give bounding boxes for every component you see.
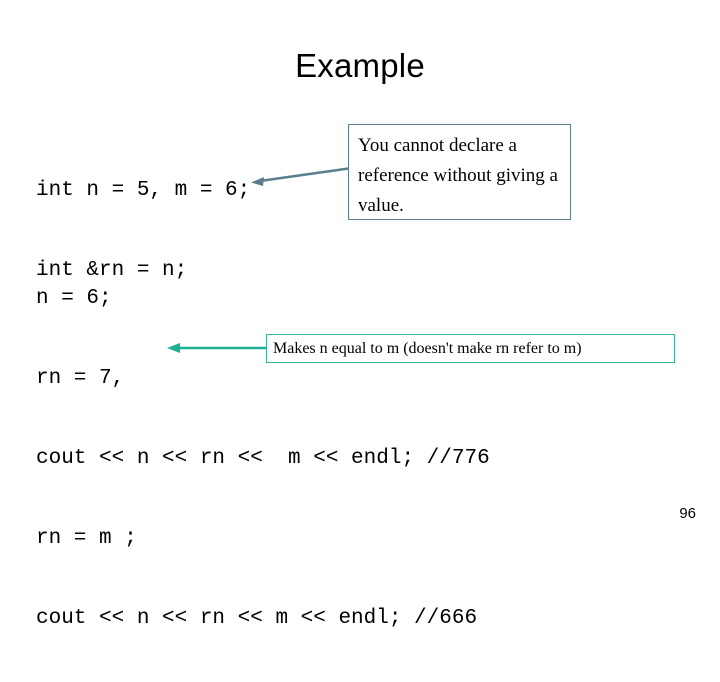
code-line: n = 6;	[36, 287, 112, 310]
slide-canvas: Example int n = 5, m = 6; int &rn = n; Y…	[0, 0, 720, 630]
code-line: int n = 5, m = 6;	[36, 179, 251, 202]
code-line: cout << n << rn << m << endl; //776	[36, 447, 490, 470]
page-number: 96	[679, 505, 696, 522]
code-line: rn = m ;	[36, 527, 137, 550]
callout-connector-arrow-reference	[251, 166, 353, 186]
page-title: Example	[295, 47, 425, 84]
code-block-statements: n = 6; rn = 7, cout << n << rn << m << e…	[36, 236, 490, 682]
callout-assignment-note: Makes n equal to m (doesn't make rn refe…	[266, 334, 675, 363]
callout-reference-note: You cannot declare a reference without g…	[348, 124, 571, 220]
code-line: rn = 7,	[36, 367, 125, 390]
code-line: cout << n << rn << m << endl; //666	[36, 607, 478, 630]
